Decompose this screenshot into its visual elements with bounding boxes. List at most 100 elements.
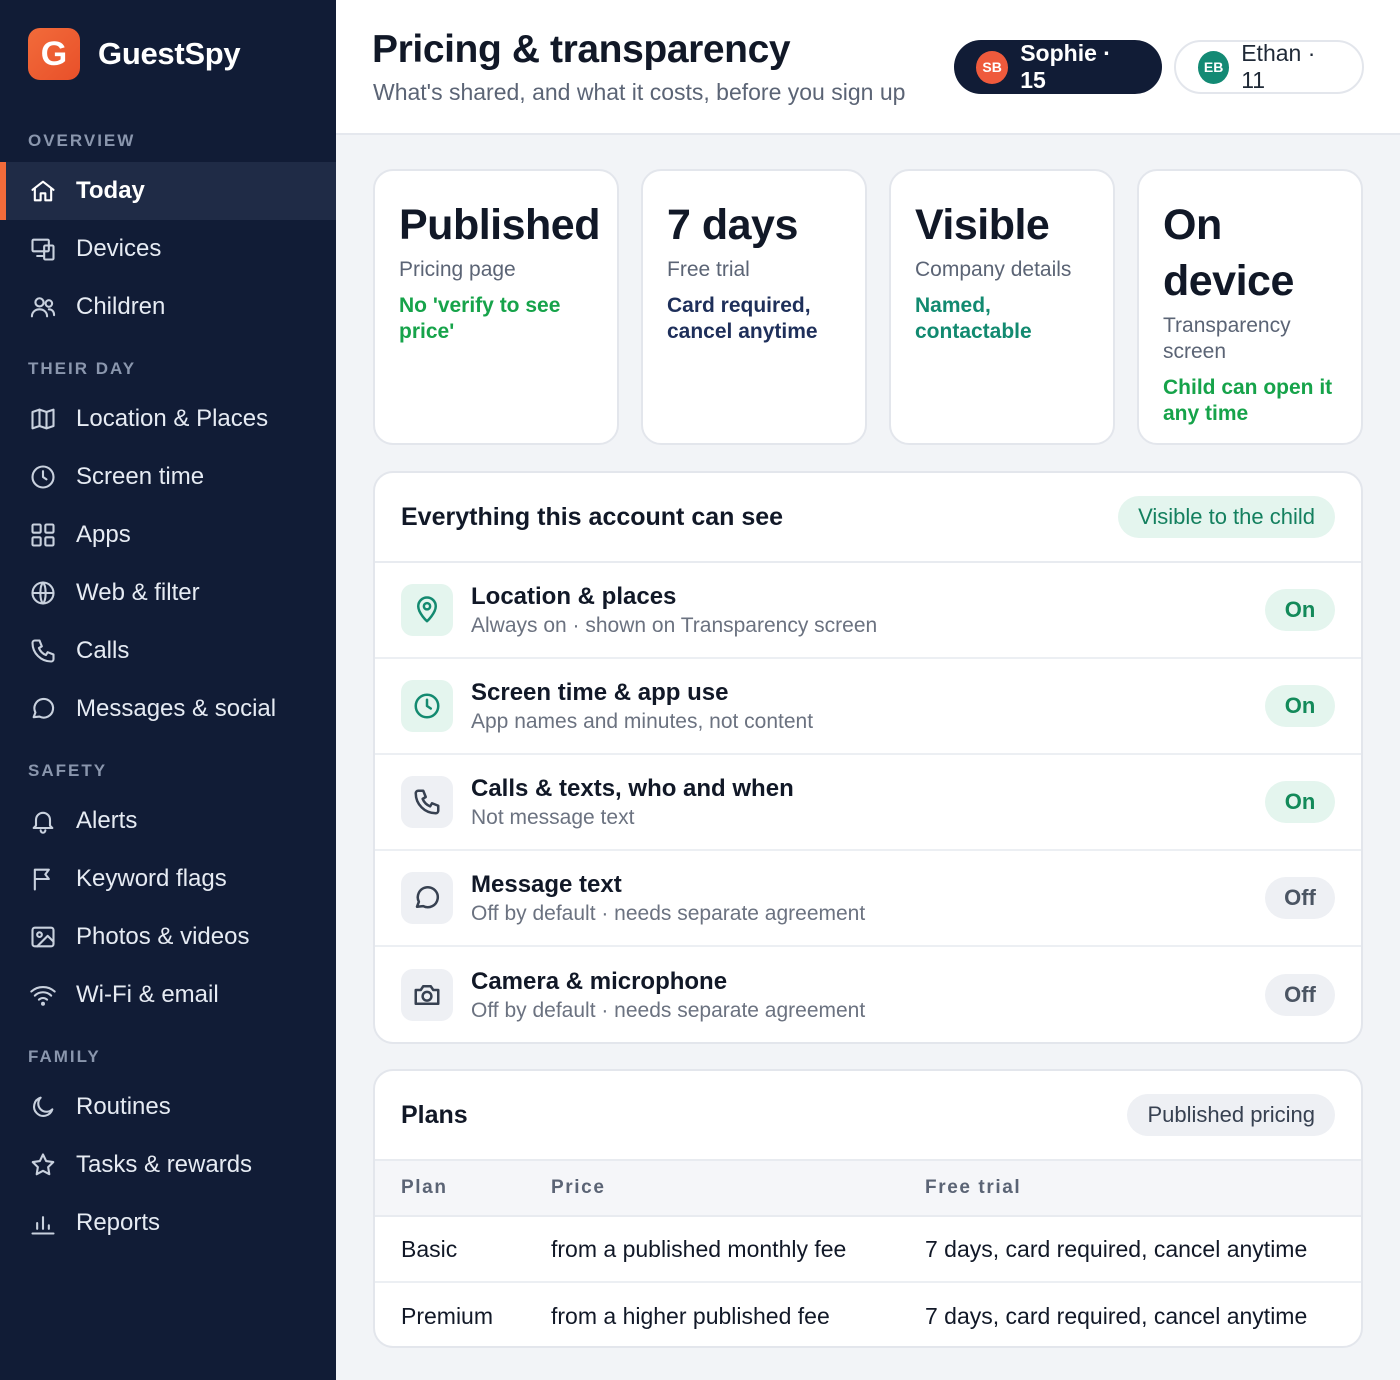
page-header: Pricing & transparency What's shared, an… (336, 0, 1400, 135)
status-toggle[interactable]: Off (1265, 974, 1335, 1016)
plan-trial: 7 days, card required, cancel anytime (925, 1302, 1308, 1329)
plans-table-header: Plan Price Free trial (375, 1161, 1361, 1217)
star-icon (28, 1150, 58, 1180)
brand[interactable]: G GuestSpy (28, 28, 241, 80)
moon-icon (28, 1092, 58, 1122)
sidebar-item-label: Calls (76, 637, 130, 664)
sidebar-item-messages[interactable]: Messages & social (0, 680, 336, 738)
visibility-row-location: Location & places Always on · shown on T… (375, 563, 1361, 659)
map-icon (28, 404, 58, 434)
sidebar-item-label: Location & Places (76, 405, 269, 432)
stat-note: Card required, cancel anytime (667, 294, 818, 343)
location-pin-icon (401, 584, 453, 636)
plan-name: Basic (401, 1235, 458, 1262)
sidebar-item-screen-time[interactable]: Screen time (0, 448, 336, 506)
phone-icon (401, 776, 453, 828)
published-pricing-badge: Published pricing (1127, 1094, 1335, 1136)
row-title: Calls & texts, who and when (471, 774, 794, 802)
plan-price: from a published monthly fee (551, 1235, 847, 1262)
visibility-row-calls: Calls & texts, who and when Not message … (375, 755, 1361, 851)
status-toggle[interactable]: Off (1265, 877, 1335, 919)
sidebar-item-label: Today (76, 177, 145, 204)
plans-card-title: Plans (401, 1100, 468, 1129)
stat-card-pricing: Published Pricing page No 'verify to see… (373, 169, 619, 445)
sidebar-item-label: Reports (76, 1209, 161, 1236)
stat-value: On device (1163, 201, 1294, 305)
sidebar-item-location[interactable]: Location & Places (0, 390, 336, 448)
visibility-card: Everything this account can see Visible … (373, 471, 1363, 1044)
message-icon (401, 872, 453, 924)
status-toggle[interactable]: On (1265, 685, 1335, 727)
message-icon (28, 694, 58, 724)
sidebar-item-calls[interactable]: Calls (0, 622, 336, 680)
sidebar-item-photos[interactable]: Photos & videos (0, 908, 336, 966)
page-subtitle: What's shared, and what it costs, before… (373, 79, 906, 105)
row-title: Message text (471, 870, 622, 898)
globe-icon (28, 578, 58, 608)
visible-to-child-badge: Visible to the child (1118, 496, 1335, 538)
row-subtitle: Off by default · needs separate agreemen… (471, 901, 866, 925)
sidebar-item-children[interactable]: Children (0, 278, 336, 336)
stat-label: Company details (915, 258, 1072, 281)
sidebar-item-tasks-rewards[interactable]: Tasks & rewards (0, 1136, 336, 1194)
nav-section-overview: OVERVIEW (28, 131, 136, 150)
sidebar-item-keyword-flags[interactable]: Keyword flags (0, 850, 336, 908)
camera-icon (401, 969, 453, 1021)
plans-card: Plans Published pricing Plan Price Free … (373, 1069, 1363, 1348)
sidebar-item-reports[interactable]: Reports (0, 1194, 336, 1252)
sidebar-item-label: Keyword flags (76, 865, 227, 892)
phone-icon (28, 636, 58, 666)
child-label: Sophie · 15 (1020, 40, 1111, 93)
plans-card-header: Plans Published pricing (375, 1071, 1361, 1161)
page-title: Pricing & transparency (372, 28, 791, 71)
sidebar-item-alerts[interactable]: Alerts (0, 792, 336, 850)
sidebar-item-label: Photos & videos (76, 923, 250, 950)
nav-section-safety: SAFETY (28, 761, 108, 780)
sidebar-item-web-filter[interactable]: Web & filter (0, 564, 336, 622)
child-switcher-sophie[interactable]: SB Sophie · 15 (954, 40, 1162, 94)
row-subtitle: App names and minutes, not content (471, 709, 814, 733)
sidebar: G GuestSpy OVERVIEW Today Devices Childr… (0, 0, 336, 1380)
status-toggle[interactable]: On (1265, 589, 1335, 631)
bell-icon (28, 806, 58, 836)
plan-price: from a higher published fee (551, 1302, 830, 1329)
sidebar-item-label: Devices (76, 235, 162, 262)
stat-note: Child can open it any time (1163, 376, 1333, 425)
avatar: SB (976, 50, 1009, 84)
flag-icon (28, 864, 58, 894)
column-header-price: Price (551, 1177, 606, 1198)
sidebar-item-routines[interactable]: Routines (0, 1078, 336, 1136)
sidebar-item-label: Apps (76, 521, 131, 548)
status-toggle[interactable]: On (1265, 781, 1335, 823)
stat-label: Transparency screen (1163, 314, 1291, 363)
row-subtitle: Not message text (471, 805, 635, 829)
stat-value: 7 days (667, 201, 798, 249)
child-switcher-ethan[interactable]: EB Ethan · 11 (1174, 40, 1364, 94)
plan-trial: 7 days, card required, cancel anytime (925, 1235, 1308, 1262)
stat-value: Visible (915, 201, 1050, 249)
sidebar-item-apps[interactable]: Apps (0, 506, 336, 564)
stat-card-trial: 7 days Free trial Card required, cancel … (641, 169, 867, 445)
stat-card-company: Visible Company details Named, contactab… (889, 169, 1115, 445)
users-icon (28, 292, 58, 322)
row-subtitle: Off by default · needs separate agreemen… (471, 998, 866, 1022)
stat-value: Published (399, 201, 600, 249)
stat-label: Pricing page (399, 258, 516, 281)
sidebar-item-label: Routines (76, 1093, 171, 1120)
sidebar-item-today[interactable]: Today (0, 162, 336, 220)
plan-name: Premium (401, 1302, 494, 1329)
child-label: Ethan · 11 (1241, 40, 1316, 93)
stat-note: No 'verify to see price' (399, 294, 561, 343)
clock-icon (401, 680, 453, 732)
sidebar-item-label: Screen time (76, 463, 205, 490)
stat-card-transparency: On device Transparency screen Child can … (1137, 169, 1363, 445)
stat-label: Free trial (667, 258, 750, 281)
row-title: Location & places (471, 582, 677, 610)
image-icon (28, 922, 58, 952)
sidebar-item-label: Web & filter (76, 579, 200, 606)
column-header-trial: Free trial (925, 1177, 1022, 1198)
visibility-card-title: Everything this account can see (401, 502, 784, 531)
sidebar-item-wifi-email[interactable]: Wi-Fi & email (0, 966, 336, 1024)
brand-name: GuestSpy (98, 36, 241, 71)
sidebar-item-devices[interactable]: Devices (0, 220, 336, 278)
